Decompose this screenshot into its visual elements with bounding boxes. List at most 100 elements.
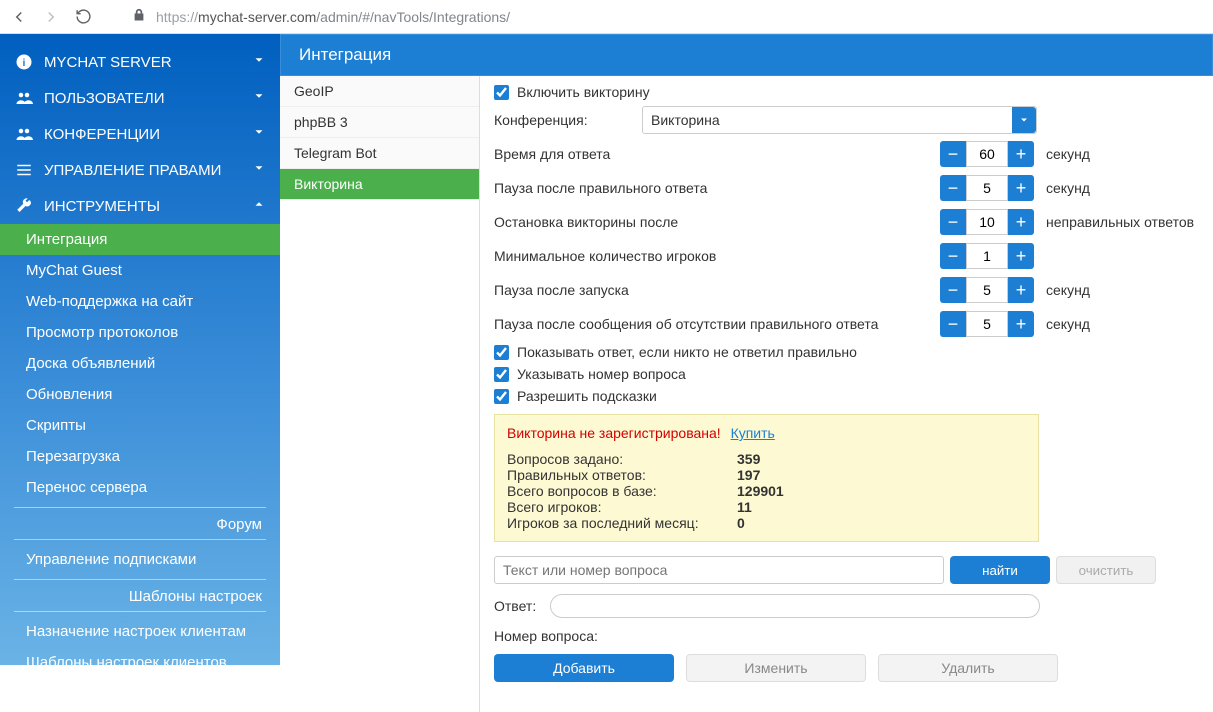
plus-button[interactable]: +: [1008, 277, 1034, 303]
chevron-down-icon: [252, 125, 266, 143]
number-control: −+: [940, 277, 1034, 303]
stat-label: Игроков за последний месяц:: [507, 515, 737, 531]
search-input[interactable]: [494, 556, 944, 584]
number-input[interactable]: [966, 311, 1008, 337]
minus-button[interactable]: −: [940, 243, 966, 269]
stat-label: Всего игроков:: [507, 499, 737, 515]
integration-tab[interactable]: GeoIP: [280, 76, 479, 107]
sidebar-section[interactable]: ИНСТРУМЕНТЫ: [0, 188, 280, 224]
unit-label: секунд: [1046, 316, 1090, 332]
option-checkbox[interactable]: [494, 389, 509, 404]
modify-button[interactable]: Изменить: [686, 654, 866, 682]
sidebar-item[interactable]: Web-поддержка на сайт: [0, 286, 280, 317]
sidebar-item[interactable]: Доска объявлений: [0, 348, 280, 379]
minus-button[interactable]: −: [940, 175, 966, 201]
list-icon: [14, 160, 34, 180]
sidebar-section-label: ИНСТРУМЕНТЫ: [44, 198, 160, 215]
setting-label: Время для ответа: [494, 146, 940, 162]
plus-button[interactable]: +: [1008, 175, 1034, 201]
minus-button[interactable]: −: [940, 277, 966, 303]
sidebar-item[interactable]: Обновления: [0, 379, 280, 410]
divider: [14, 579, 266, 580]
option-label: Указывать номер вопроса: [517, 366, 686, 382]
sidebar-section[interactable]: iMYCHAT SERVER: [0, 44, 280, 80]
setting-label: Пауза после сообщения об отсутствии прав…: [494, 316, 940, 332]
sidebar-item[interactable]: Интеграция: [0, 224, 280, 255]
templates-header: Шаблоны настроек: [0, 584, 280, 607]
question-number-label: Номер вопроса:: [494, 628, 1199, 644]
answer-label: Ответ:: [494, 598, 536, 614]
plus-button[interactable]: +: [1008, 209, 1034, 235]
sidebar-section[interactable]: КОНФЕРЕНЦИИ: [0, 116, 280, 152]
option-checkbox[interactable]: [494, 367, 509, 382]
divider: [14, 611, 266, 612]
conference-select[interactable]: Викторина: [642, 106, 1037, 134]
plus-button[interactable]: +: [1008, 141, 1034, 167]
stat-value: 129901: [737, 483, 784, 499]
option-label: Показывать ответ, если никто не ответил …: [517, 344, 857, 360]
lock-icon: [132, 8, 146, 25]
sidebar-section-label: ПОЛЬЗОВАТЕЛИ: [44, 90, 165, 107]
plus-button[interactable]: +: [1008, 311, 1034, 337]
sidebar-item[interactable]: Скрипты: [0, 410, 280, 441]
integration-tab[interactable]: phpBB 3: [280, 107, 479, 138]
chevron-down-icon[interactable]: [1012, 107, 1036, 133]
sidebar-item-subscriptions[interactable]: Управление подписками: [0, 544, 280, 575]
setting-label: Пауза после запуска: [494, 282, 940, 298]
svg-text:i: i: [23, 57, 26, 69]
unit-label: секунд: [1046, 146, 1090, 162]
url-text: https://mychat-server.com/admin/#/navToo…: [156, 9, 510, 25]
number-input[interactable]: [966, 141, 1008, 167]
sidebar-item[interactable]: Назначение настроек клиентам: [0, 616, 280, 647]
minus-button[interactable]: −: [940, 311, 966, 337]
unit-label: неправильных ответов: [1046, 214, 1194, 230]
number-input[interactable]: [966, 277, 1008, 303]
enable-quiz-checkbox[interactable]: [494, 85, 509, 100]
sidebar-item[interactable]: Перенос сервера: [0, 472, 280, 503]
divider: [14, 539, 266, 540]
integration-tab[interactable]: Викторина: [280, 169, 479, 200]
chevron-down-icon: [252, 53, 266, 71]
conference-label: Конференция:: [494, 112, 642, 128]
sidebar-item[interactable]: Перезагрузка: [0, 441, 280, 472]
setting-label: Остановка викторины после: [494, 214, 940, 230]
sidebar-section[interactable]: ПОЛЬЗОВАТЕЛИ: [0, 80, 280, 116]
number-control: −+: [940, 175, 1034, 201]
add-button[interactable]: Добавить: [494, 654, 674, 682]
number-input[interactable]: [966, 209, 1008, 235]
divider: [14, 507, 266, 508]
sidebar-item[interactable]: Шаблоны настроек клиентов: [0, 647, 280, 678]
info-box: Викторина не зарегистрирована! Купить Во…: [494, 414, 1039, 542]
number-control: −+: [940, 141, 1034, 167]
stat-label: Вопросов задано:: [507, 451, 737, 467]
integration-tab[interactable]: Telegram Bot: [280, 138, 479, 169]
option-label: Разрешить подсказки: [517, 388, 657, 404]
number-input[interactable]: [966, 243, 1008, 269]
unit-label: секунд: [1046, 180, 1090, 196]
sidebar-item[interactable]: Просмотр протоколов: [0, 317, 280, 348]
not-registered-text: Викторина не зарегистрирована!: [507, 425, 721, 441]
number-control: −+: [940, 243, 1034, 269]
find-button[interactable]: найти: [950, 556, 1050, 584]
option-checkbox[interactable]: [494, 345, 509, 360]
forum-link[interactable]: Форум: [0, 512, 280, 535]
sidebar-item[interactable]: MyChat Guest: [0, 255, 280, 286]
users-icon: [14, 124, 34, 144]
back-icon[interactable]: [10, 8, 28, 26]
buy-link[interactable]: Купить: [731, 425, 775, 441]
sidebar: iMYCHAT SERVER ПОЛЬЗОВАТЕЛИ КОНФЕРЕНЦИИУПР…: [0, 34, 280, 665]
clear-button[interactable]: очистить: [1056, 556, 1156, 584]
reload-icon[interactable]: [74, 8, 92, 26]
minus-button[interactable]: −: [940, 209, 966, 235]
plus-button[interactable]: +: [1008, 243, 1034, 269]
stat-value: 359: [737, 451, 760, 467]
delete-button[interactable]: Удалить: [878, 654, 1058, 682]
minus-button[interactable]: −: [940, 141, 966, 167]
url-bar[interactable]: https://mychat-server.com/admin/#/navToo…: [132, 8, 510, 25]
sidebar-section[interactable]: УПРАВЛЕНИЕ ПРАВАМИ: [0, 152, 280, 188]
number-input[interactable]: [966, 175, 1008, 201]
answer-input[interactable]: [550, 594, 1040, 618]
conference-value: Викторина: [651, 112, 720, 128]
chevron-down-icon: [252, 161, 266, 179]
forward-icon[interactable]: [42, 8, 60, 26]
